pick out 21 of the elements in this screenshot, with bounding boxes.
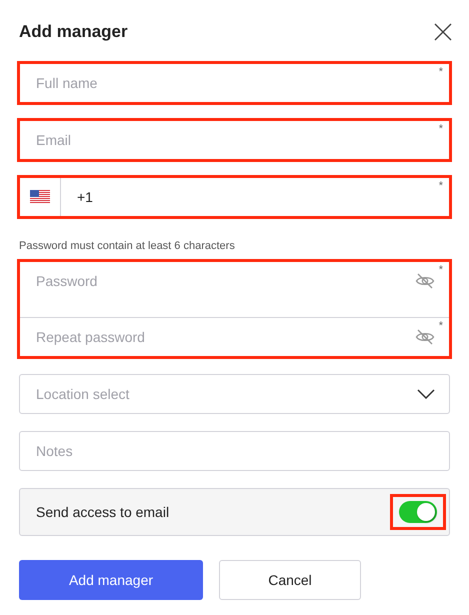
password-hint: Password must contain at least 6 characters	[19, 240, 236, 252]
password-field[interactable]: Password *	[20, 262, 449, 300]
toggle-switch[interactable]	[391, 495, 445, 529]
required-mark: *	[438, 66, 443, 78]
add-button[interactable]: Add manager	[19, 560, 203, 600]
password-field[interactable]: Repeat password *	[20, 317, 449, 356]
input-field[interactable]: Email *	[19, 120, 450, 160]
phone-field[interactable]: +1 *	[19, 177, 450, 217]
required-mark: *	[438, 320, 443, 332]
required-mark: *	[438, 180, 443, 192]
cancel-button[interactable]: Cancel	[219, 560, 361, 600]
flag-icon[interactable]	[30, 190, 50, 204]
required-mark: *	[438, 264, 443, 276]
chevron-down-icon	[417, 389, 435, 399]
toggle-label: Send access to email	[36, 504, 170, 520]
eye-slash-icon[interactable]	[415, 329, 435, 345]
input-field[interactable]: Full name *	[19, 63, 450, 103]
eye-slash-icon[interactable]	[415, 273, 435, 289]
dialog-title: Add manager	[19, 22, 128, 42]
required-mark: *	[438, 123, 443, 135]
close-icon[interactable]	[434, 23, 452, 41]
